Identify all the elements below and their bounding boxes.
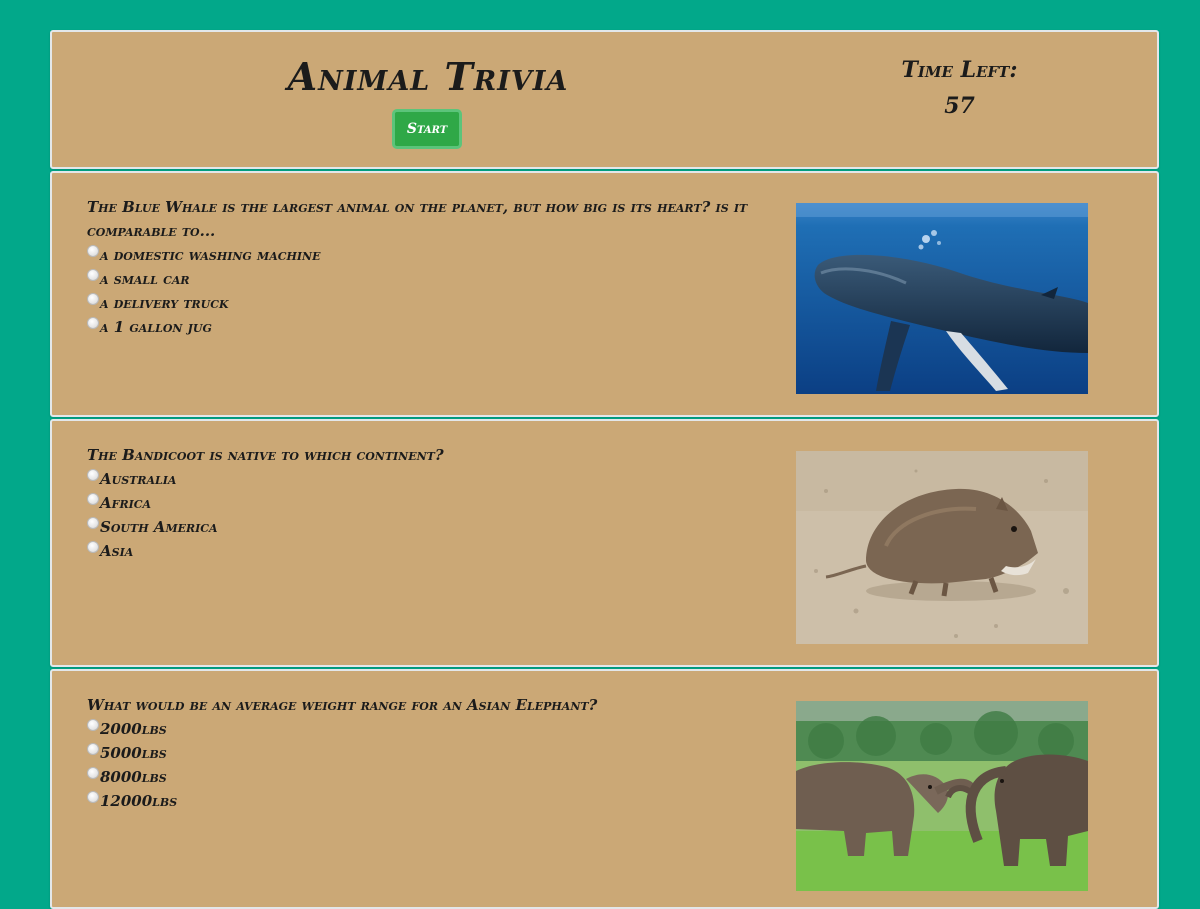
answer-option[interactable]: Australia xyxy=(87,467,767,491)
option-label: South America xyxy=(100,518,218,536)
header-panel: Animal Trivia Start Time Left: 57 xyxy=(50,30,1159,169)
answer-option[interactable]: South America xyxy=(87,515,767,539)
option-label: Australia xyxy=(100,470,177,488)
option-label: a 1 gallon jug xyxy=(100,318,212,336)
answer-option[interactable]: a 1 gallon jug xyxy=(87,315,767,339)
question-body: What would be an average weight range fo… xyxy=(87,693,767,813)
radio-button[interactable] xyxy=(87,293,99,305)
radio-button[interactable] xyxy=(87,493,99,505)
radio-button[interactable] xyxy=(87,469,99,481)
start-button[interactable]: Start xyxy=(392,109,462,149)
option-label: 2000lbs xyxy=(100,720,167,738)
radio-button[interactable] xyxy=(87,317,99,329)
whale-photo xyxy=(796,203,1088,394)
answer-option[interactable]: 2000lbs xyxy=(87,717,767,741)
answer-option[interactable]: a small car xyxy=(87,267,767,291)
radio-button[interactable] xyxy=(87,541,99,553)
bandicoot-photo xyxy=(796,451,1088,644)
option-label: 8000lbs xyxy=(100,768,167,786)
page-title: Animal Trivia xyxy=(287,54,569,99)
answer-option[interactable]: Africa xyxy=(87,491,767,515)
radio-button[interactable] xyxy=(87,719,99,731)
question-card-3: What would be an average weight range fo… xyxy=(50,669,1159,909)
question-text: The Bandicoot is native to which contine… xyxy=(87,446,444,464)
answer-option[interactable]: Asia xyxy=(87,539,767,563)
option-label: a delivery truck xyxy=(100,294,229,312)
option-label: Asia xyxy=(100,542,134,560)
question-card-2: The Bandicoot is native to which contine… xyxy=(50,419,1159,667)
option-label: 5000lbs xyxy=(100,744,167,762)
answer-option[interactable]: 8000lbs xyxy=(87,765,767,789)
answer-option[interactable]: 12000lbs xyxy=(87,789,767,813)
question-text: What would be an average weight range fo… xyxy=(87,696,598,714)
answer-option[interactable]: 5000lbs xyxy=(87,741,767,765)
radio-button[interactable] xyxy=(87,743,99,755)
radio-button[interactable] xyxy=(87,791,99,803)
radio-button[interactable] xyxy=(87,767,99,779)
option-label: 12000lbs xyxy=(100,792,178,810)
trivia-page: Animal Trivia Start Time Left: 57 The Bl… xyxy=(50,30,1159,909)
answer-option[interactable]: a domestic washing machine xyxy=(87,243,767,267)
answer-option[interactable]: a delivery truck xyxy=(87,291,767,315)
radio-button[interactable] xyxy=(87,269,99,281)
timer: Time Left: 57 xyxy=(812,52,1107,124)
question-card-1: The Blue Whale is the largest animal on … xyxy=(50,171,1159,417)
radio-button[interactable] xyxy=(87,245,99,257)
option-label: a small car xyxy=(100,270,190,288)
radio-button[interactable] xyxy=(87,517,99,529)
option-label: Africa xyxy=(100,494,152,512)
time-left-value: 57 xyxy=(944,93,975,119)
option-label: a domestic washing machine xyxy=(100,246,321,264)
question-body: The Blue Whale is the largest animal on … xyxy=(87,195,767,339)
question-body: The Bandicoot is native to which contine… xyxy=(87,443,767,563)
elephants-photo xyxy=(796,701,1088,891)
time-left-label: Time Left: xyxy=(901,57,1018,83)
question-text: The Blue Whale is the largest animal on … xyxy=(87,198,748,240)
